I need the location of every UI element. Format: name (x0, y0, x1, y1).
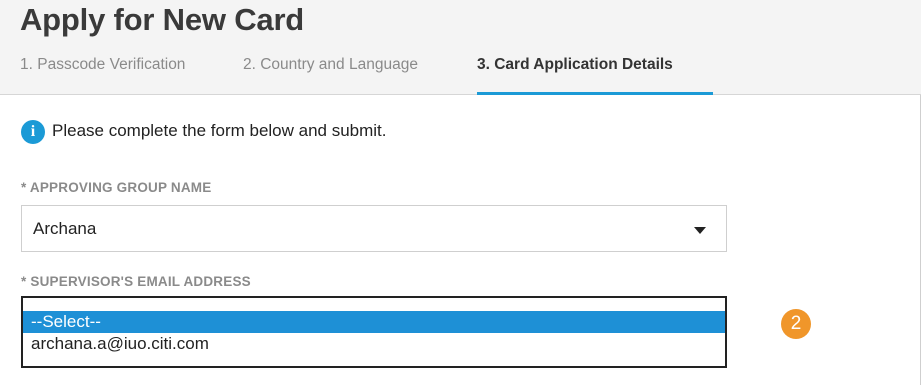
page-header: Apply for New Card 1. Passcode Verificat… (0, 0, 921, 95)
application-panel: Apply for New Card 1. Passcode Verificat… (0, 0, 921, 385)
step-tabs: 1. Passcode Verification 2. Country and … (0, 48, 921, 95)
supervisor-email-label: * SUPERVISOR'S EMAIL ADDRESS (21, 274, 251, 289)
step-callout-badge: 2 (781, 309, 811, 339)
active-step-indicator (477, 92, 713, 95)
page-title: Apply for New Card (20, 2, 305, 37)
approving-group-select[interactable]: Archana (21, 205, 727, 252)
approving-group-label: * APPROVING GROUP NAME (21, 180, 212, 195)
email-option-select[interactable]: --Select-- (23, 311, 725, 333)
email-option-archana[interactable]: archana.a@iuo.citi.com (23, 333, 725, 355)
step-card-application-details[interactable]: 3. Card Application Details (477, 48, 673, 95)
supervisor-email-listbox[interactable]: --Select-- archana.a@iuo.citi.com (21, 296, 727, 368)
info-icon: i (21, 120, 45, 144)
info-text: Please complete the form below and submi… (52, 121, 387, 140)
dropdown-caret-icon[interactable] (694, 227, 706, 234)
step-passcode-verification[interactable]: 1. Passcode Verification (20, 48, 185, 95)
step-country-and-language[interactable]: 2. Country and Language (243, 48, 418, 95)
approving-group-value: Archana (33, 219, 97, 238)
